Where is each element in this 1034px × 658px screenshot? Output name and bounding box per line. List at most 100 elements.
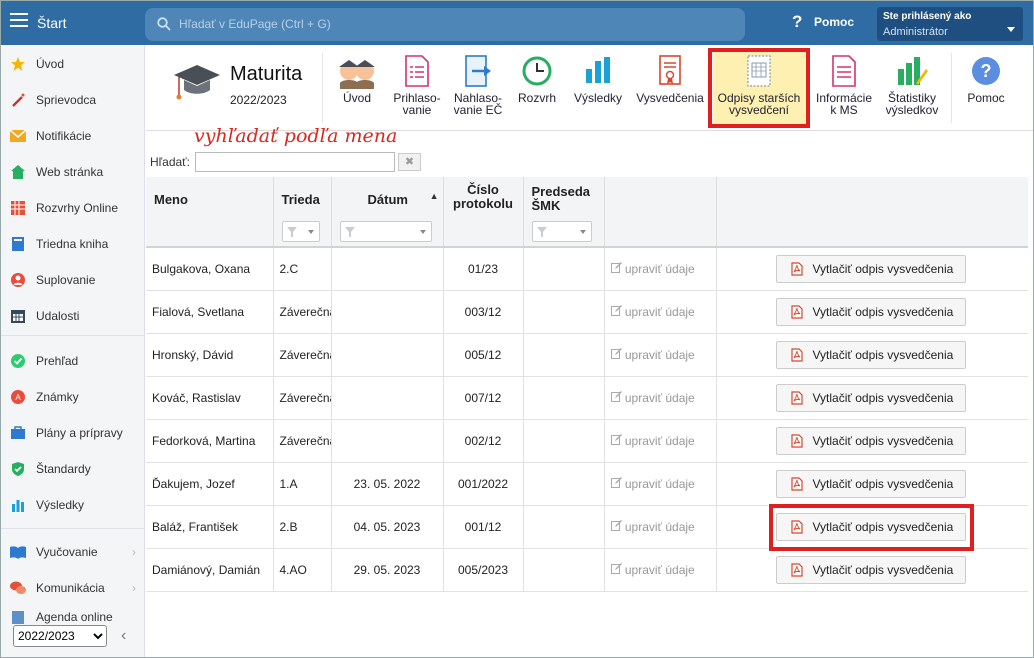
page-title: Maturita — [230, 63, 303, 85]
cell-date — [331, 290, 444, 334]
edit-data-link[interactable]: upraviť údaje — [610, 347, 695, 362]
sidebar-divider — [1, 335, 144, 336]
cell-protocol: 002/12 — [443, 419, 524, 463]
print-button-label: Vytlačiť odpis vysvedčenia — [812, 261, 954, 276]
help-link[interactable]: Pomoc — [814, 15, 854, 29]
school-year-select[interactable]: 2022/2023 — [13, 625, 107, 647]
edit-data-link[interactable]: upraviť údaje — [610, 562, 695, 577]
print-certificate-copy-button[interactable]: Vytlačiť odpis vysvedčenia — [775, 555, 966, 584]
global-search-input[interactable] — [179, 13, 729, 35]
search-icon — [157, 17, 171, 31]
column-header-class[interactable]: Trieda — [273, 177, 332, 248]
print-button-label: Vytlačiť odpis vysvedčenia — [812, 433, 954, 448]
user-menu[interactable]: Ste prihlásený ako Administrátor — [877, 7, 1023, 41]
timetable-icon — [9, 199, 27, 217]
print-certificate-copy-button[interactable]: Vytlačiť odpis vysvedčenia — [775, 340, 966, 369]
toolbar-informacie-button[interactable]: Informácie k MS — [812, 49, 876, 127]
sidebar-item-plany[interactable]: Plány a prípravy — [1, 415, 144, 451]
column-header-date[interactable]: Dátum ▲ — [331, 177, 444, 248]
filter-icon — [536, 227, 547, 237]
help-question-icon[interactable]: ? — [792, 12, 802, 32]
cell-protocol: 005/12 — [443, 333, 524, 377]
cell-edit: upraviť údaje — [604, 247, 717, 291]
cell-protocol: 003/12 — [443, 290, 524, 334]
sidebar-item-udalosti[interactable]: Udalosti — [1, 298, 144, 334]
sidebar-item-label: Agenda online — [36, 610, 113, 624]
column-header-chair[interactable]: Predseda ŠMK — [523, 177, 605, 248]
print-certificate-copy-button[interactable]: Vytlačiť odpis vysvedčenia — [775, 383, 966, 412]
sidebar-item-uvod[interactable]: Úvod — [1, 46, 144, 82]
filter-icon — [344, 227, 355, 237]
sort-ascending-icon[interactable]: ▲ — [430, 191, 439, 201]
hamburger-menu-icon[interactable] — [10, 13, 28, 29]
chevron-right-icon: › — [132, 545, 136, 559]
sidebar-item-standardy[interactable]: Štandardy — [1, 451, 144, 487]
start-link[interactable]: Štart — [37, 15, 67, 31]
sidebar-item-komunikacia[interactable]: Komunikácia › — [1, 570, 144, 606]
edit-data-link[interactable]: upraviť údaje — [610, 261, 695, 276]
edit-data-link[interactable]: upraviť údaje — [610, 304, 695, 319]
chair-filter[interactable] — [531, 221, 592, 242]
toolbar-prihlasovanie-button[interactable]: Prihlaso- vanie — [389, 49, 445, 127]
sidebar-item-label: Triedna kniha — [36, 237, 109, 251]
cell-class: Záverečná — [273, 419, 332, 463]
column-header-name[interactable]: Meno — [146, 177, 274, 248]
edit-data-label: upraviť údaje — [624, 304, 695, 319]
print-certificate-copy-button[interactable]: Vytlačiť odpis vysvedčenia — [775, 469, 966, 498]
edit-data-link[interactable]: upraviť údaje — [610, 476, 695, 491]
toolbar-uvod-button[interactable]: Úvod — [332, 49, 382, 127]
edit-data-link[interactable]: upraviť údaje — [610, 519, 695, 534]
table-row: Bulgakova, Oxana 2.C 01/23 upraviť údaje Vy… — [146, 247, 1028, 291]
toolbar-vysledky-button[interactable]: Výsledky — [570, 49, 626, 127]
report-arrow-icon — [465, 55, 491, 87]
date-filter[interactable] — [339, 221, 432, 242]
edit-data-label: upraviť údaje — [624, 261, 695, 276]
sidebar-item-suplovanie[interactable]: Suplovanie — [1, 262, 144, 298]
highlight-box-odpisy — [708, 48, 810, 128]
toolbar-vysvedcenia-button[interactable]: Vysvedčenia — [633, 49, 707, 127]
sidebar-item-sprievodca[interactable]: Sprievodca — [1, 82, 144, 118]
toolbar-label: Informácie k MS — [815, 91, 873, 117]
cell-name: Hronský, Dávid — [146, 333, 274, 377]
sidebar-item-znamky[interactable]: A Známky — [1, 379, 144, 415]
module-header: Maturita 2022/2023 Úvod Prihlaso- vanie … — [146, 45, 1033, 131]
toolbar-rozvrh-button[interactable]: Rozvrh — [514, 49, 560, 127]
print-certificate-copy-button[interactable]: Vytlačiť odpis vysvedčenia — [775, 254, 966, 283]
cell-date: 29. 05. 2023 — [331, 548, 444, 592]
collapse-sidebar-icon[interactable]: ‹ — [121, 627, 126, 645]
sidebar-item-triedna-kniha[interactable]: Triedna kniha — [1, 226, 144, 262]
toolbar-nahlasovanie-button[interactable]: Nahlaso- vanie EČ — [450, 49, 506, 127]
sidebar-item-vysledky[interactable]: Výsledky — [1, 487, 144, 523]
clear-search-button[interactable]: ✖ — [398, 153, 421, 171]
cell-class: Záverečná — [273, 333, 332, 377]
cell-chair — [523, 290, 605, 334]
sidebar-item-web[interactable]: Web stránka — [1, 154, 144, 190]
shield-check-icon — [9, 460, 27, 478]
cell-chair — [523, 462, 605, 506]
toolbar-pomoc-button[interactable]: ? Pomoc — [961, 49, 1011, 127]
class-filter[interactable] — [281, 221, 320, 242]
sidebar-item-rozvrhy[interactable]: Rozvrhy Online — [1, 190, 144, 226]
edit-pencil-icon — [610, 476, 622, 491]
print-certificate-copy-button[interactable]: Vytlačiť odpis vysvedčenia — [775, 297, 966, 326]
toolbar-statistiky-button[interactable]: Štatistiky výsledkov — [882, 49, 942, 127]
chevron-down-icon — [579, 230, 586, 234]
toolbar-label: Výsledky — [573, 91, 623, 105]
table-header-row: Meno Trieda Dátum ▲ Číslo protokolu Pred… — [146, 177, 1028, 248]
sidebar-item-prehlad[interactable]: Prehľad — [1, 343, 144, 379]
sidebar-item-notifikacie[interactable]: Notifikácie — [1, 118, 144, 154]
cell-edit: upraviť údaje — [604, 290, 717, 334]
book-icon — [9, 235, 27, 253]
global-search-box[interactable] — [145, 8, 745, 41]
help-circle-icon: ? — [972, 57, 1000, 85]
column-header-protocol[interactable]: Číslo protokolu — [443, 177, 524, 248]
pdf-icon — [790, 476, 803, 491]
table-empty-row — [146, 591, 1028, 592]
print-certificate-copy-button[interactable]: Vytlačiť odpis vysvedčenia — [775, 426, 966, 455]
sidebar-item-vyucovanie[interactable]: Vyučovanie › — [1, 534, 144, 570]
name-search-input[interactable] — [195, 152, 395, 172]
table-row: Kováč, Rastislav Záverečná 007/12 upraviť … — [146, 376, 1028, 420]
edit-data-link[interactable]: upraviť údaje — [610, 433, 695, 448]
print-button-label: Vytlačiť odpis vysvedčenia — [812, 347, 954, 362]
edit-data-link[interactable]: upraviť údaje — [610, 390, 695, 405]
